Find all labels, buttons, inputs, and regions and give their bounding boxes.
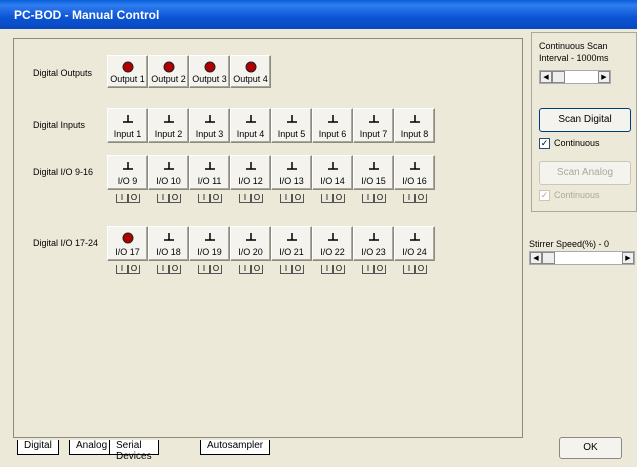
- led-icon: [204, 61, 215, 73]
- input-8-button[interactable]: Input 8: [394, 108, 435, 143]
- window-title: PC-BOD - Manual Control: [14, 8, 160, 22]
- digital-io-9-16-label: Digital I/O 9-16: [33, 167, 94, 177]
- ground-switch-icon: [409, 162, 420, 170]
- io-19-toggle[interactable]: IO: [198, 263, 222, 274]
- ok-button[interactable]: OK: [559, 437, 622, 459]
- scan-interval-scrollbar[interactable]: ◀ ▶: [539, 70, 611, 84]
- ground-switch-icon: [245, 162, 256, 170]
- ground-switch-icon: [163, 233, 174, 241]
- output-4-button[interactable]: Output 4: [230, 55, 271, 88]
- ground-switch-icon: [409, 233, 420, 241]
- io-18-button[interactable]: I/O 18: [148, 226, 189, 261]
- io-9-button[interactable]: I/O 9: [107, 155, 148, 190]
- io-9-toggle[interactable]: IO: [116, 192, 140, 203]
- io-22-button[interactable]: I/O 22: [312, 226, 353, 261]
- io-13-toggle[interactable]: IO: [280, 192, 304, 203]
- ground-switch-icon: [368, 162, 379, 170]
- led-icon: [245, 61, 256, 73]
- led-icon: [122, 232, 133, 244]
- ground-switch-icon: [122, 115, 133, 123]
- io-21-button[interactable]: I/O 21: [271, 226, 312, 261]
- ground-switch-icon: [122, 162, 133, 170]
- ground-switch-icon: [327, 233, 338, 241]
- io-12-toggle[interactable]: IO: [239, 192, 263, 203]
- io-15-button[interactable]: I/O 15: [353, 155, 394, 190]
- continuous-digital-checkbox[interactable]: ✓ Continuous: [539, 138, 600, 150]
- ground-switch-icon: [204, 233, 215, 241]
- ground-switch-icon: [368, 233, 379, 241]
- io-10-button[interactable]: I/O 10: [148, 155, 189, 190]
- input-5-button[interactable]: Input 5: [271, 108, 312, 143]
- io-19-button[interactable]: I/O 19: [189, 226, 230, 261]
- check-icon: ✓: [539, 138, 550, 150]
- ground-switch-icon: [409, 115, 420, 123]
- continuous-analog-checkbox[interactable]: ✓ Continuous: [539, 190, 600, 202]
- tab-analog[interactable]: Analog: [69, 440, 115, 455]
- ground-switch-icon: [286, 162, 297, 170]
- ground-switch-icon: [327, 162, 338, 170]
- io-10-toggle[interactable]: IO: [157, 192, 181, 203]
- ground-switch-icon: [204, 115, 215, 123]
- io-16-toggle[interactable]: IO: [403, 192, 427, 203]
- title-bar: PC-BOD - Manual Control: [0, 0, 637, 29]
- digital-outputs-label: Digital Outputs: [33, 68, 93, 78]
- input-6-button[interactable]: Input 6: [312, 108, 353, 143]
- io-24-button[interactable]: I/O 24: [394, 226, 435, 261]
- input-1-button[interactable]: Input 1: [107, 108, 148, 143]
- scroll-left-icon[interactable]: ◀: [540, 71, 552, 83]
- io-11-button[interactable]: I/O 11: [189, 155, 230, 190]
- ground-switch-icon: [327, 115, 338, 123]
- ground-switch-icon: [286, 233, 297, 241]
- input-4-button[interactable]: Input 4: [230, 108, 271, 143]
- io-11-toggle[interactable]: IO: [198, 192, 222, 203]
- io-12-button[interactable]: I/O 12: [230, 155, 271, 190]
- io-22-toggle[interactable]: IO: [321, 263, 345, 274]
- io-17-toggle[interactable]: IO: [116, 263, 140, 274]
- io-13-button[interactable]: I/O 13: [271, 155, 312, 190]
- io-23-button[interactable]: I/O 23: [353, 226, 394, 261]
- output-1-button[interactable]: Output 1: [107, 55, 148, 88]
- io-20-button[interactable]: I/O 20: [230, 226, 271, 261]
- output-3-button[interactable]: Output 3: [189, 55, 230, 88]
- io-21-toggle[interactable]: IO: [280, 263, 304, 274]
- io-17-button[interactable]: I/O 17: [107, 226, 148, 261]
- output-2-button[interactable]: Output 2: [148, 55, 189, 88]
- ground-switch-icon: [245, 233, 256, 241]
- tab-serial-devices[interactable]: Serial Devices: [109, 440, 159, 462]
- scroll-thumb[interactable]: [552, 71, 565, 83]
- scan-analog-button[interactable]: Scan Analog: [539, 161, 631, 185]
- digital-io-17-24-label: Digital I/O 17-24: [33, 238, 99, 248]
- tab-digital[interactable]: Digital: [17, 440, 59, 455]
- scroll-right-icon[interactable]: ▶: [598, 71, 610, 83]
- stirrer-speed-label: Stirrer Speed(%) - 0: [529, 239, 610, 249]
- io-20-toggle[interactable]: IO: [239, 263, 263, 274]
- stirrer-speed-scrollbar[interactable]: ◀ ▶: [529, 251, 635, 265]
- scan-digital-button[interactable]: Scan Digital: [539, 108, 631, 132]
- io-24-toggle[interactable]: IO: [403, 263, 427, 274]
- ground-switch-icon: [368, 115, 379, 123]
- ground-switch-icon: [245, 115, 256, 123]
- input-2-button[interactable]: Input 2: [148, 108, 189, 143]
- digital-inputs-label: Digital Inputs: [33, 120, 86, 130]
- scroll-right-icon[interactable]: ▶: [622, 252, 634, 264]
- tab-autosampler[interactable]: Autosampler: [200, 440, 271, 455]
- led-icon: [163, 61, 174, 73]
- ground-switch-icon: [204, 162, 215, 170]
- scroll-thumb[interactable]: [542, 252, 555, 264]
- io-14-toggle[interactable]: IO: [321, 192, 345, 203]
- io-18-toggle[interactable]: IO: [157, 263, 181, 274]
- io-14-button[interactable]: I/O 14: [312, 155, 353, 190]
- scan-interval-label: Continuous Scan Interval - 1000ms: [539, 41, 609, 63]
- ground-switch-icon: [163, 162, 174, 170]
- led-icon: [122, 61, 133, 73]
- ground-switch-icon: [163, 115, 174, 123]
- check-icon: ✓: [539, 190, 550, 202]
- io-23-toggle[interactable]: IO: [362, 263, 386, 274]
- scroll-left-icon[interactable]: ◀: [530, 252, 542, 264]
- io-16-button[interactable]: I/O 16: [394, 155, 435, 190]
- io-15-toggle[interactable]: IO: [362, 192, 386, 203]
- input-7-button[interactable]: Input 7: [353, 108, 394, 143]
- input-3-button[interactable]: Input 3: [189, 108, 230, 143]
- ground-switch-icon: [286, 115, 297, 123]
